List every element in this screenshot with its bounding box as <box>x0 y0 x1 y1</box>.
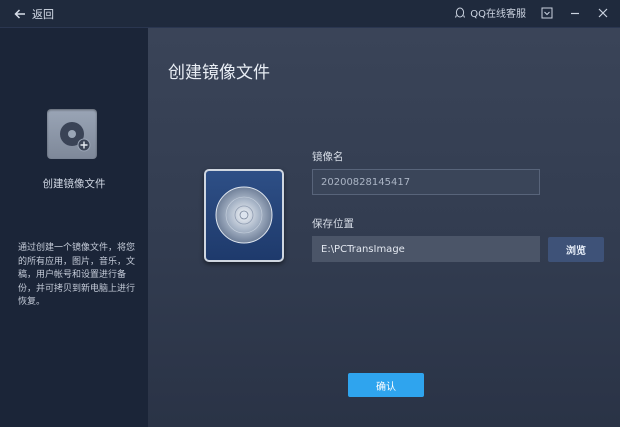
sidebar: 创建镜像文件 通过创建一个镜像文件，将您的所有应用，图片，音乐，文稿，用户帐号和… <box>0 28 148 427</box>
disc-add-icon <box>60 122 91 152</box>
minimize-button[interactable] <box>568 6 582 20</box>
titlebar: 返回 QQ在线客服 <box>0 0 620 28</box>
confirm-button[interactable]: 确认 <box>348 373 424 397</box>
save-location-field[interactable]: E:\PCTransImage <box>312 236 540 262</box>
back-arrow-icon <box>14 9 25 19</box>
image-illustration <box>204 169 284 262</box>
dropdown-menu-icon <box>541 7 553 18</box>
disc-image-icon <box>215 186 273 244</box>
back-button[interactable]: 返回 <box>14 6 54 22</box>
browse-button[interactable]: 浏览 <box>548 237 604 262</box>
page-title: 创建镜像文件 <box>168 63 270 83</box>
qq-support-button[interactable]: QQ在线客服 <box>454 5 526 20</box>
save-location-label: 保存位置 <box>312 218 354 230</box>
dropdown-menu-button[interactable] <box>540 6 554 20</box>
close-icon <box>598 8 608 17</box>
image-name-label: 镜像名 <box>312 151 344 163</box>
sidebar-item-label: 创建镜像文件 <box>42 178 106 190</box>
main-panel: 创建镜像文件 镜像名 20200828145417 保存位置 E:\PCTran… <box>148 28 620 427</box>
sidebar-item-create-image[interactable] <box>47 109 97 159</box>
qq-support-label: QQ在线客服 <box>470 9 526 20</box>
minimize-icon <box>571 12 579 14</box>
sidebar-description: 通过创建一个镜像文件，将您的所有应用，图片，音乐，文稿，用户帐号和设置进行备份，… <box>18 243 136 307</box>
qq-penguin-icon <box>455 7 466 18</box>
close-button[interactable] <box>596 6 610 20</box>
image-name-field[interactable]: 20200828145417 <box>312 169 540 195</box>
back-label: 返回 <box>32 8 54 21</box>
